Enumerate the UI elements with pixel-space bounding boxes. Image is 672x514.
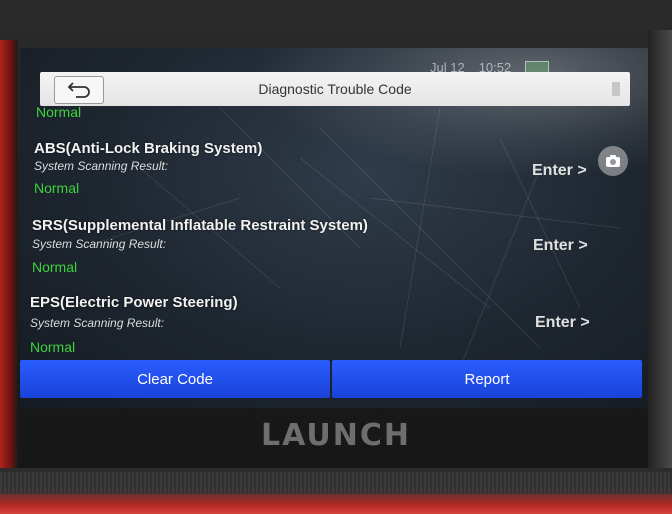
device-brand-logo: LAUNCH [260,418,411,453]
system-name: SRS(Supplemental Inflatable Restraint Sy… [32,217,368,234]
device-bottom-frame [0,468,672,514]
enter-button-eps[interactable]: Enter > [535,314,590,332]
screenshot-button[interactable] [598,146,628,176]
device-screen: Jul 12 10:52 Diagnostic Trouble Code Nor… [20,48,648,408]
action-bar: Clear Code Report [20,360,642,398]
camera-icon [606,155,620,167]
system-status: Normal [30,339,76,355]
system-status: Normal [32,259,78,275]
device-bezel-right [648,30,672,480]
system-status: Normal [34,180,80,196]
scan-result-label: System Scanning Result: [34,159,169,173]
page-title: Diagnostic Trouble Code [258,81,412,97]
menu-icon[interactable] [612,82,620,96]
title-bar: Diagnostic Trouble Code [40,72,630,106]
device-photo: Jul 12 10:52 Diagnostic Trouble Code Nor… [0,0,672,514]
device-bezel-left [0,40,18,470]
enter-button-srs[interactable]: Enter > [533,237,588,255]
enter-button-abs[interactable]: Enter > [532,162,587,180]
report-button[interactable]: Report [332,360,642,398]
scan-result-label: System Scanning Result: [30,316,165,330]
system-name: ABS(Anti-Lock Braking System) [34,140,263,157]
clear-code-button[interactable]: Clear Code [20,360,330,398]
partial-item-status: Normal [36,104,82,120]
system-name: EPS(Electric Power Steering) [30,294,238,311]
scan-result-label: System Scanning Result: [32,237,167,251]
